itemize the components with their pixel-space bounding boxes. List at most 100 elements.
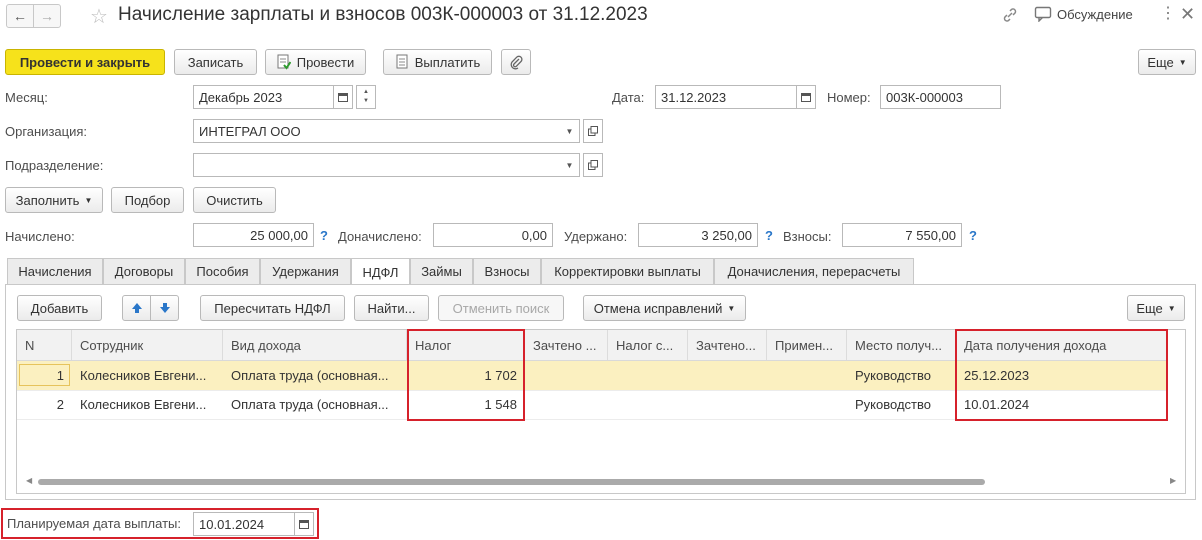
pay-doc-icon xyxy=(395,54,409,70)
add-label: Добавить xyxy=(30,300,89,316)
planned-date-calendar-icon[interactable] xyxy=(294,512,314,536)
clear-button[interactable]: Очистить xyxy=(193,187,276,213)
tab-deductions[interactable]: Удержания xyxy=(260,258,351,284)
fill-button[interactable]: Заполнить ▼ xyxy=(5,187,103,213)
date-label: Дата: xyxy=(612,90,645,105)
table-more-button[interactable]: Еще ▼ xyxy=(1127,295,1185,321)
date-value: 31.12.2023 xyxy=(661,89,727,105)
chat-icon xyxy=(1034,6,1052,22)
tab-pay-corrections[interactable]: Корректировки выплаты xyxy=(541,258,714,284)
additional-value: 0,00 xyxy=(521,227,547,243)
contributions-help-icon[interactable]: ? xyxy=(969,228,977,243)
add-button[interactable]: Добавить xyxy=(17,295,102,321)
chevron-down-icon: ▼ xyxy=(84,195,93,205)
tab-loans[interactable]: Займы xyxy=(410,258,473,284)
scroll-right-icon[interactable]: ▶ xyxy=(1170,476,1176,485)
column-header[interactable]: Примен... xyxy=(767,330,847,360)
contributions-value: 7 550,00 xyxy=(905,227,956,243)
org-label: Организация: xyxy=(5,124,88,139)
date-calendar-icon[interactable] xyxy=(796,85,816,109)
withheld-help-icon[interactable]: ? xyxy=(765,228,773,243)
month-value: Декабрь 2023 xyxy=(199,89,283,105)
more-label: Еще xyxy=(1147,54,1174,70)
planned-pay-date-label: Планируемая дата выплаты: xyxy=(7,516,181,531)
close-icon[interactable]: ✕ xyxy=(1180,4,1195,25)
column-header[interactable]: Зачтено... xyxy=(688,330,767,360)
post-button[interactable]: Провести xyxy=(265,49,366,75)
contributions-label: Взносы: xyxy=(783,229,832,244)
org-field[interactable]: ИНТЕГРАЛ ООО xyxy=(193,119,561,143)
dept-field[interactable] xyxy=(193,153,561,177)
forward-button[interactable]: → xyxy=(33,4,61,28)
kebab-menu-icon[interactable]: ⋮ xyxy=(1160,6,1176,22)
calendar-icon[interactable] xyxy=(333,85,353,109)
employee-cell: Колесников Евгени... xyxy=(80,368,207,383)
horizontal-scrollbar[interactable]: ◀ ▶ xyxy=(22,476,1180,488)
additional-label: Доначислено: xyxy=(338,229,422,244)
page-title: Начисление зарплаты и взносов 003К-00000… xyxy=(118,4,648,25)
tab-recalculations[interactable]: Доначисления, перерасчеты xyxy=(714,258,914,284)
chevron-down-icon: ▼ xyxy=(727,303,736,313)
undo-fix-label: Отмена исправлений xyxy=(593,300,723,316)
month-spinner[interactable]: ▲ ▼ xyxy=(356,85,376,109)
planned-pay-date-value: 10.01.2024 xyxy=(199,516,265,532)
chevron-down-icon: ▼ xyxy=(1167,303,1176,313)
select-label: Подбор xyxy=(124,192,171,208)
dept-dropdown-icon[interactable]: ▼ xyxy=(560,153,580,177)
employee-cell: Колесников Евгени... xyxy=(80,397,207,412)
post-and-close-label: Провести и закрыть xyxy=(19,54,151,70)
move-up-button[interactable] xyxy=(122,295,151,321)
paperclip-icon xyxy=(509,54,523,70)
column-header[interactable]: Зачтено ... xyxy=(525,330,608,360)
favorite-star-icon[interactable]: ☆ xyxy=(90,4,108,29)
number-field[interactable]: 003К-000003 xyxy=(880,85,1001,109)
link-icon[interactable] xyxy=(1001,6,1019,24)
income-date-column-highlight xyxy=(955,329,1168,421)
tab-benefits[interactable]: Пособия xyxy=(185,258,260,284)
discussion-button[interactable]: Обсуждение xyxy=(1034,6,1133,22)
org-dropdown-icon[interactable]: ▼ xyxy=(560,119,580,143)
column-header[interactable]: N xyxy=(17,330,72,360)
recalc-ndfl-button[interactable]: Пересчитать НДФЛ xyxy=(200,295,345,321)
tab-contributions[interactable]: Взносы xyxy=(473,258,541,284)
accrued-help-icon[interactable]: ? xyxy=(320,228,328,243)
select-button[interactable]: Подбор xyxy=(111,187,184,213)
tab-contracts[interactable]: Договоры xyxy=(103,258,185,284)
more-button[interactable]: Еще ▼ xyxy=(1138,49,1196,75)
post-label: Провести xyxy=(296,54,355,70)
number-label: Номер: xyxy=(827,90,871,105)
org-open-icon[interactable] xyxy=(583,119,603,143)
discussion-label: Обсуждение xyxy=(1057,6,1133,22)
move-down-button[interactable] xyxy=(150,295,179,321)
number-value: 003К-000003 xyxy=(886,89,963,105)
column-header[interactable]: Налог с... xyxy=(608,330,688,360)
month-field[interactable]: Декабрь 2023 xyxy=(193,85,334,109)
date-field[interactable]: 31.12.2023 xyxy=(655,85,797,109)
arrow-down-icon xyxy=(159,302,171,314)
write-button[interactable]: Записать xyxy=(174,49,257,75)
back-button[interactable]: ← xyxy=(6,4,34,28)
tab-accruals[interactable]: Начисления xyxy=(7,258,103,284)
scroll-left-icon[interactable]: ◀ xyxy=(26,476,32,485)
post-and-close-button[interactable]: Провести и закрыть xyxy=(5,49,165,75)
income-type-cell: Оплата труда (основная... xyxy=(231,368,389,383)
planned-pay-date-field[interactable]: 10.01.2024 xyxy=(193,512,295,536)
post-doc-icon xyxy=(277,54,291,70)
scrollbar-thumb[interactable] xyxy=(38,479,985,485)
arrow-left-icon: ← xyxy=(13,8,27,24)
tab-label: Доначисления, перерасчеты xyxy=(727,264,901,279)
tab-label: Взносы xyxy=(484,264,530,279)
cancel-search-button[interactable]: Отменить поиск xyxy=(438,295,564,321)
tab-label: Начисления xyxy=(18,264,92,279)
column-header[interactable]: Сотрудник xyxy=(72,330,223,360)
tab-ndfl[interactable]: НДФЛ xyxy=(351,258,410,285)
month-label: Месяц: xyxy=(5,90,48,105)
attach-button[interactable] xyxy=(501,49,531,75)
pay-button[interactable]: Выплатить xyxy=(383,49,492,75)
dept-open-icon[interactable] xyxy=(583,153,603,177)
column-header[interactable]: Место получ... xyxy=(847,330,956,360)
column-header[interactable]: Вид дохода xyxy=(223,330,407,360)
recalc-label: Пересчитать НДФЛ xyxy=(214,300,331,316)
undo-fixes-button[interactable]: Отмена исправлений ▼ xyxy=(583,295,746,321)
find-button[interactable]: Найти... xyxy=(354,295,429,321)
